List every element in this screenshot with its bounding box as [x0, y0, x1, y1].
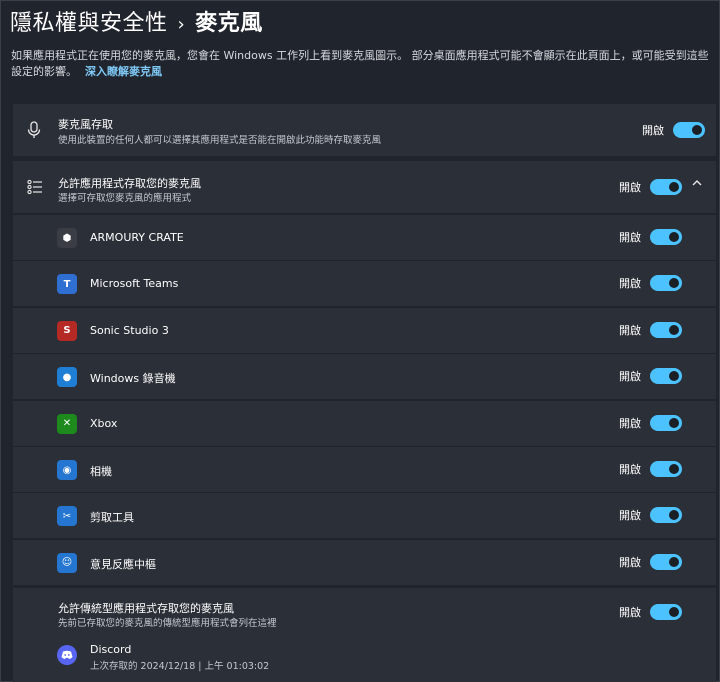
desktop-apps-card: 允許傳統型應用程式存取您的麥克風 先前已存取您的麥克風的傳統型應用程式會列在這裡…	[13, 588, 716, 682]
app-state: 開啟	[619, 370, 641, 384]
app-row: ⬢ ARMOURY CRATE 開啟	[13, 215, 716, 260]
app-state: 開啟	[619, 416, 641, 430]
app-state: 開啟	[619, 231, 641, 244]
learn-more-link[interactable]: 深入瞭解麥克風	[85, 65, 162, 78]
desktop-apps-toggle[interactable]	[650, 604, 682, 620]
desktop-apps-title: 允許傳統型應用程式存取您的麥克風	[58, 602, 234, 615]
microphone-access-state: 開啟	[642, 124, 664, 137]
app-row: ● Windows 錄音機 開啟	[13, 354, 716, 400]
app-toggle-group: 開啟	[619, 414, 682, 431]
app-toggle-group: 開啟	[619, 368, 682, 385]
app-access-subtitle: 選擇可存取您麥克風的應用程式	[58, 193, 192, 204]
app-row: ✂ 剪取工具 開啟	[13, 493, 716, 539]
armoury-crate-icon: ⬢	[57, 228, 77, 248]
app-toggle[interactable]	[650, 321, 682, 338]
microphone-access-toggle-group: 開啟	[642, 122, 705, 138]
microphone-access-toggle[interactable]	[673, 122, 705, 138]
app-name: Windows 錄音機	[90, 372, 176, 386]
app-row: T Microsoft Teams 開啟	[13, 261, 716, 307]
app-name: 意見反應中樞	[90, 557, 156, 571]
app-toggle-group: 開啟	[619, 229, 682, 245]
desktop-apps-toggle-group: 開啟	[619, 604, 682, 620]
breadcrumb-current: 麥克風	[195, 11, 263, 36]
app-toggle[interactable]	[650, 414, 682, 431]
app-state: 開啟	[619, 509, 641, 523]
app-name: ARMOURY CRATE	[90, 231, 184, 244]
sound-recorder-icon: ●	[57, 367, 77, 388]
app-row: ✕ Xbox 開啟	[13, 400, 716, 446]
app-name: 相機	[90, 465, 112, 478]
page-description: 如果應用程式正在使用您的麥克風，您會在 Windows 工作列上看到麥克風圖示。…	[11, 48, 711, 80]
app-access-toggle[interactable]	[650, 179, 682, 195]
list-icon	[27, 179, 43, 199]
app-toggle[interactable]	[650, 553, 682, 570]
app-toggle[interactable]	[650, 461, 682, 477]
page-title: 隱私權與安全性 › 麥克風	[10, 5, 263, 37]
microphone-icon	[27, 121, 41, 143]
app-toggle-group: 開啟	[619, 461, 682, 477]
sonic-studio-icon: S	[57, 320, 77, 341]
app-toggle[interactable]	[650, 507, 682, 524]
desktop-apps-subtitle: 先前已存取您的麥克風的傳統型應用程式會列在這裡	[58, 618, 277, 629]
app-toggle[interactable]	[650, 368, 682, 385]
app-toggle-group: 開啟	[619, 321, 682, 338]
app-access-title: 允許應用程式存取您的麥克風	[58, 177, 201, 190]
app-access-card[interactable]: 允許應用程式存取您的麥克風 選擇可存取您麥克風的應用程式 開啟	[13, 161, 716, 213]
feedback-hub-icon: ☺	[57, 552, 77, 573]
breadcrumb-parent[interactable]: 隱私權與安全性	[10, 11, 168, 36]
app-row: S Sonic Studio 3 開啟	[13, 307, 716, 353]
microphone-access-title: 麥克風存取	[58, 118, 113, 131]
microphone-access-card: 麥克風存取 使用此裝置的任何人都可以選擇其應用程式是否能在開啟此功能時存取麥克風…	[13, 104, 716, 156]
app-state: 開啟	[619, 323, 641, 337]
discord-name: Discord	[90, 643, 132, 656]
camera-icon: ◉	[57, 460, 77, 480]
app-state: 開啟	[619, 277, 641, 291]
xbox-icon: ✕	[57, 413, 77, 434]
microphone-access-subtitle: 使用此裝置的任何人都可以選擇其應用程式是否能在開啟此功能時存取麥克風	[58, 135, 382, 146]
app-name: 剪取工具	[90, 511, 134, 525]
app-access-toggle-group: 開啟	[619, 179, 682, 195]
app-toggle-group: 開啟	[619, 275, 682, 292]
app-name: Xbox	[90, 416, 118, 430]
app-toggle-group: 開啟	[619, 507, 682, 524]
chevron-up-icon[interactable]	[691, 177, 703, 192]
app-state: 開啟	[619, 463, 641, 476]
snipping-tool-icon: ✂	[57, 506, 77, 527]
chevron-right-icon: ›	[177, 14, 186, 35]
app-toggle-group: 開啟	[619, 553, 682, 570]
teams-icon: T	[57, 274, 77, 295]
app-toggle[interactable]	[650, 275, 682, 292]
app-toggle[interactable]	[650, 229, 682, 245]
app-row: ◉ 相機 開啟	[13, 447, 716, 492]
app-row: ☺ 意見反應中樞 開啟	[13, 539, 716, 585]
discord-icon	[57, 645, 77, 665]
app-name: Microsoft Teams	[90, 277, 179, 291]
desktop-apps-state: 開啟	[619, 606, 641, 619]
app-name: Sonic Studio 3	[90, 323, 169, 337]
app-access-state: 開啟	[619, 181, 641, 194]
app-state: 開啟	[619, 555, 641, 569]
discord-last-access: 上次存取的 2024/12/18 | 上午 01:03:02	[90, 661, 270, 672]
